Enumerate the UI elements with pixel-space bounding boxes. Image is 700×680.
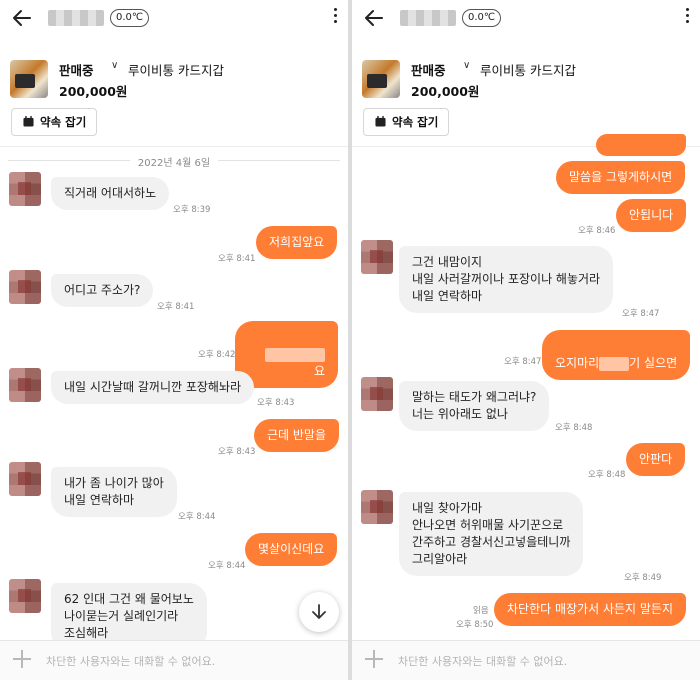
chat-screen-left: 0.0℃ 판매중 ∨ 루이비통 카드지갑 200,000원 약속 잡기 2022… [0,0,348,680]
plus-icon [12,649,32,669]
message-time: 오후 8:44 [208,561,246,571]
incoming-message: 어디고 주소가? [51,274,154,307]
back-arrow-icon[interactable] [362,6,386,30]
message-time: 오후 8:41 [218,254,256,264]
scroll-to-bottom-button[interactable] [299,592,339,632]
blurred-text [265,347,325,362]
avatar[interactable] [9,270,41,304]
appointment-label: 약속 잡기 [40,115,87,129]
outgoing-message: 안됩니다 [616,199,687,232]
chevron-down-icon[interactable]: ∨ [111,60,118,71]
outgoing-message: 몇살이신데요 [245,533,338,566]
message-text-end: 기 실으면 [629,356,678,370]
avatar[interactable] [9,172,41,206]
incoming-message: 내일 시간날때 갈꺼니깐 포장해놔라 [51,371,255,404]
incoming-message: 내일 찾아가마 안나오면 허위매물 사기꾼으로 간주하고 경찰서신고넣을테니까 … [399,492,584,576]
manner-temperature-badge: 0.0℃ [110,9,150,27]
product-price: 200,000원 [59,84,128,99]
more-options-icon[interactable] [684,8,690,28]
message-time: 오후 8:47 [622,309,660,319]
outgoing-message: 말씀을 그렇게하시면 [556,161,686,194]
date-separator: 2022년 4월 6일 [137,158,211,169]
avatar[interactable] [361,240,393,274]
message-time: 오후 8:43 [257,398,295,408]
message-text: 요 [313,364,325,378]
blocked-notice: 차단한 사용자와는 대화할 수 없어요. [46,655,216,668]
message-time: 오후 8:39 [173,205,211,215]
outgoing-message-partial [596,134,686,156]
manner-temperature-badge: 0.0℃ [462,9,502,27]
avatar[interactable] [9,368,41,402]
incoming-message: 말하는 태도가 왜그러냐? 너는 위아래도 없나 [399,381,550,431]
message-input-bar: 차단한 사용자와는 대화할 수 없어요. [352,640,700,680]
make-appointment-button[interactable]: 약속 잡기 [363,108,450,136]
avatar[interactable] [361,377,393,411]
read-receipt: 읽음 [473,606,489,616]
avatar[interactable] [9,579,41,613]
product-title: 루이비통 카드지갑 [128,63,224,78]
outgoing-message: 오지마리 기 실으면 [542,330,691,380]
product-thumbnail [10,60,48,98]
avatar[interactable] [9,462,41,496]
sale-status[interactable]: 판매중 [59,60,94,79]
incoming-message: 직거래 어대서하노 [51,177,170,210]
message-time: 오후 8:47 [504,357,542,367]
message-time: 오후 8:41 [157,302,195,312]
product-thumbnail [362,60,400,98]
product-price: 200,000원 [411,84,480,99]
message-time: 오후 8:42 [198,350,236,360]
message-input-bar: 차단한 사용자와는 대화할 수 없어요. [0,640,348,680]
chat-screen-right: 0.0℃ 판매중 ∨ 루이비통 카드지갑 200,000원 약속 잡기 말씀을 … [352,0,700,680]
appointment-label: 약속 잡기 [392,115,439,129]
product-summary[interactable]: 판매중 ∨ 루이비통 카드지갑 200,000원 약속 잡기 [0,52,348,142]
outgoing-message: 안판다 [626,443,686,476]
blurred-text [599,356,630,371]
incoming-message: 그건 내맘이지 내일 사러갈꺼이나 포장이나 해놓거라 내일 연락하마 [399,246,614,313]
back-arrow-icon[interactable] [10,6,34,30]
product-summary[interactable]: 판매중 ∨ 루이비통 카드지갑 200,000원 약속 잡기 [352,52,700,142]
outgoing-message: 차단한다 매장가서 사든지 말든지 [494,593,687,626]
chevron-down-icon[interactable]: ∨ [463,60,470,71]
blurred-username [48,10,104,26]
message-time: 오후 8:43 [218,447,256,457]
divider [0,146,348,147]
blocked-notice: 차단한 사용자와는 대화할 수 없어요. [398,655,568,668]
arrow-down-icon [312,604,326,619]
message-time: 오후 8:49 [624,573,662,583]
message-time: 오후 8:48 [555,423,593,433]
sale-status[interactable]: 판매중 [411,60,446,79]
outgoing-message: 저희집앞요 [256,226,338,259]
calendar-icon [23,116,34,127]
plus-icon [364,649,384,669]
product-title: 루이비통 카드지갑 [480,63,576,78]
blurred-username [400,10,456,26]
message-text-start: 오지마리 [555,356,600,370]
message-time: 오후 8:46 [578,226,616,236]
top-bar: 0.0℃ [352,0,700,38]
message-time: 오후 8:50 [456,620,494,630]
calendar-icon [375,116,386,127]
message-time: 오후 8:44 [178,512,216,522]
outgoing-message: 근데 반말을 [254,419,340,452]
avatar[interactable] [361,490,393,524]
more-options-icon[interactable] [332,8,338,28]
message-time: 오후 8:48 [588,470,626,480]
make-appointment-button[interactable]: 약속 잡기 [11,108,98,136]
incoming-message: 내가 좀 나이가 많아 내일 연락하마 [51,467,177,517]
top-bar: 0.0℃ [0,0,348,38]
